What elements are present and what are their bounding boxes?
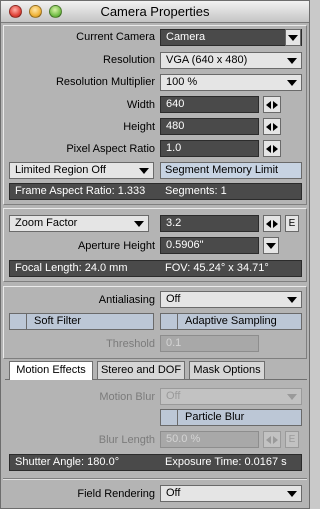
lens-info-bar: Focal Length: 24.0 mm FOV: 45.24° x 34.7… bbox=[9, 260, 302, 277]
arrow-right-icon bbox=[273, 220, 278, 228]
segment-memory-limit-button[interactable]: Segment Memory Limit bbox=[160, 162, 302, 179]
particle-blur-toggle[interactable]: Particle Blur bbox=[160, 409, 302, 426]
zoom-factor-input[interactable]: 3.2 bbox=[160, 215, 259, 232]
title-bar[interactable]: Camera Properties bbox=[1, 1, 309, 23]
pixel-aspect-ratio-label: Pixel Aspect Ratio bbox=[66, 143, 155, 155]
section-divider bbox=[3, 478, 307, 480]
particle-blur-checkbox[interactable] bbox=[161, 410, 178, 425]
soft-filter-label: Soft Filter bbox=[34, 315, 82, 327]
aperture-height-dropdown[interactable] bbox=[263, 237, 279, 254]
particle-blur-label: Particle Blur bbox=[185, 411, 245, 423]
limited-region-select[interactable]: Limited Region Off bbox=[9, 162, 154, 179]
chevron-down-icon bbox=[287, 491, 297, 497]
antialiasing-value: Off bbox=[166, 293, 181, 305]
arrow-right-icon bbox=[273, 101, 278, 109]
chevron-down-icon bbox=[134, 221, 144, 227]
soft-filter-toggle[interactable]: Soft Filter bbox=[9, 313, 154, 330]
field-rendering-select[interactable]: Off bbox=[160, 485, 302, 502]
chevron-down-icon bbox=[287, 297, 297, 303]
blur-length-input[interactable]: 50.0 % bbox=[160, 431, 259, 448]
motion-blur-select[interactable]: Off bbox=[160, 388, 302, 405]
zoom-factor-select[interactable]: Zoom Factor bbox=[9, 215, 149, 232]
resolution-multiplier-value: 100 % bbox=[166, 76, 198, 88]
soft-filter-checkbox[interactable] bbox=[10, 314, 27, 329]
antialiasing-select[interactable]: Off bbox=[160, 291, 302, 308]
aperture-height-input[interactable]: 0.5906" bbox=[160, 237, 259, 254]
arrow-right-icon bbox=[273, 436, 278, 444]
current-camera-select[interactable]: Camera bbox=[160, 29, 302, 46]
arrow-left-icon bbox=[266, 436, 271, 444]
width-input[interactable]: 640 bbox=[160, 96, 259, 113]
antialiasing-label: Antialiasing bbox=[98, 294, 155, 306]
arrow-left-icon bbox=[266, 123, 271, 131]
arrow-right-icon bbox=[273, 145, 278, 153]
tab-motion-effects[interactable]: Motion Effects bbox=[9, 361, 93, 380]
chevron-down-icon bbox=[266, 243, 276, 249]
adaptive-sampling-toggle[interactable]: Adaptive Sampling bbox=[160, 313, 302, 330]
field-rendering-value: Off bbox=[166, 487, 181, 499]
arrow-right-icon bbox=[273, 123, 278, 131]
camera-properties-window: Camera Properties Current Camera Camera … bbox=[0, 0, 310, 509]
frame-aspect-ratio-readout: Frame Aspect Ratio: 1.333 bbox=[15, 185, 146, 197]
width-label: Width bbox=[126, 99, 155, 111]
tab-mask-options[interactable]: Mask Options bbox=[189, 361, 265, 379]
chevron-down-icon bbox=[287, 58, 297, 64]
fov-readout: FOV: 45.24° x 34.71° bbox=[165, 262, 269, 274]
threshold-input[interactable]: 0.1 bbox=[160, 335, 259, 352]
pixel-aspect-ratio-input[interactable]: 1.0 bbox=[160, 140, 259, 157]
chevron-down-icon bbox=[288, 35, 298, 41]
arrow-left-icon bbox=[266, 145, 271, 153]
segment-memory-limit-label: Segment Memory Limit bbox=[165, 164, 279, 176]
motion-info-bar: Shutter Angle: 180.0° Exposure Time: 0.0… bbox=[9, 454, 302, 471]
resolution-label: Resolution bbox=[103, 54, 155, 66]
motion-blur-value: Off bbox=[166, 390, 181, 402]
adaptive-sampling-label: Adaptive Sampling bbox=[185, 315, 277, 327]
arrow-left-icon bbox=[266, 101, 271, 109]
current-camera-label: Current Camera bbox=[76, 31, 155, 43]
chevron-down-icon bbox=[139, 168, 149, 174]
zoom-factor-mode: Zoom Factor bbox=[15, 217, 78, 229]
chevron-down-icon bbox=[287, 394, 297, 400]
resolution-select[interactable]: VGA (640 x 480) bbox=[160, 52, 302, 69]
height-input[interactable]: 480 bbox=[160, 118, 259, 135]
blur-length-stepper[interactable] bbox=[263, 431, 281, 448]
motion-blur-label: Motion Blur bbox=[99, 391, 155, 403]
aperture-height-label: Aperture Height bbox=[77, 240, 155, 252]
height-stepper[interactable] bbox=[263, 118, 281, 135]
shutter-angle-readout: Shutter Angle: 180.0° bbox=[15, 456, 120, 468]
blur-length-label: Blur Length bbox=[98, 434, 155, 446]
current-camera-value: Camera bbox=[166, 31, 206, 43]
focal-length-readout: Focal Length: 24.0 mm bbox=[15, 262, 128, 274]
chevron-down-icon bbox=[287, 80, 297, 86]
width-stepper[interactable] bbox=[263, 96, 281, 113]
adaptive-sampling-checkbox[interactable] bbox=[161, 314, 178, 329]
resolution-multiplier-label: Resolution Multiplier bbox=[55, 76, 155, 88]
segments-readout: Segments: 1 bbox=[165, 185, 227, 197]
height-label: Height bbox=[123, 121, 155, 133]
tab-stereo-and-dof[interactable]: Stereo and DOF bbox=[97, 361, 185, 379]
arrow-left-icon bbox=[266, 220, 271, 228]
resolution-value: VGA (640 x 480) bbox=[166, 54, 248, 66]
blur-length-envelope-button[interactable]: E bbox=[285, 431, 299, 448]
zoom-envelope-button[interactable]: E bbox=[285, 215, 299, 232]
pixel-aspect-ratio-stepper[interactable] bbox=[263, 140, 281, 157]
exposure-time-readout: Exposure Time: 0.0167 s bbox=[165, 456, 287, 468]
threshold-label: Threshold bbox=[106, 338, 155, 350]
zoom-factor-stepper[interactable] bbox=[263, 215, 281, 232]
limited-region-value: Limited Region Off bbox=[15, 164, 106, 176]
window-title: Camera Properties bbox=[100, 4, 210, 19]
resolution-multiplier-select[interactable]: 100 % bbox=[160, 74, 302, 91]
frame-info-bar: Frame Aspect Ratio: 1.333 Segments: 1 bbox=[9, 183, 302, 200]
field-rendering-label: Field Rendering bbox=[77, 488, 155, 500]
current-camera-dropdown-arrow[interactable] bbox=[285, 29, 301, 46]
